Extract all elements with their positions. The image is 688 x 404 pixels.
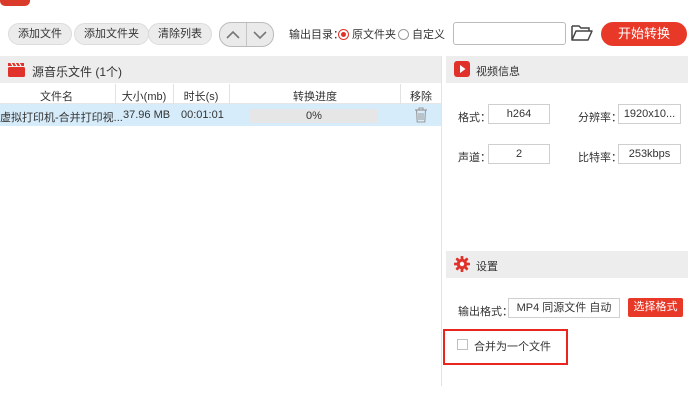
settings-header: 设置 <box>446 251 688 278</box>
radio-custom-folder[interactable]: 自定义 <box>398 26 445 42</box>
toolbar: 添加文件 添加文件夹 清除列表 输出目录： 原文件夹 自定义 开始转换 <box>0 14 688 50</box>
output-format-field[interactable]: MP4 同源文件 自动 <box>508 298 620 318</box>
output-dir-label: 输出目录： <box>289 29 344 41</box>
video-info-title: 视频信息 <box>476 66 520 78</box>
channels-field: 2 <box>488 144 550 164</box>
gear-icon <box>454 256 470 272</box>
col-duration: 时长(s) <box>183 91 219 103</box>
move-up-button[interactable] <box>220 23 246 46</box>
resolution-field: 1920x10... <box>618 104 681 124</box>
file-table-header: 文件名 大小(mb) 时长(s) 转换进度 移除 <box>0 84 441 104</box>
app-window: 添加文件 添加文件夹 清除列表 输出目录： 原文件夹 自定义 开始转换 源音乐文… <box>0 0 688 404</box>
panel-divider <box>441 56 442 386</box>
video-info-header: 视频信息 <box>446 56 688 83</box>
output-path-input[interactable] <box>453 22 566 45</box>
choose-format-button[interactable]: 选择格式 <box>628 298 683 317</box>
column-divider <box>115 84 116 104</box>
clear-list-button[interactable]: 清除列表 <box>148 23 212 45</box>
bitrate-label: 比特率： <box>578 152 622 164</box>
file-list-header: 源音乐文件 (1个) <box>0 56 441 83</box>
format-field: h264 <box>488 104 550 124</box>
clapperboard-icon <box>8 62 25 77</box>
column-divider <box>173 84 174 104</box>
col-filename: 文件名 <box>40 91 73 103</box>
col-size: 大小(mb) <box>121 91 167 103</box>
add-file-button[interactable]: 添加文件 <box>8 23 72 45</box>
output-format-label: 输出格式： <box>458 306 513 318</box>
play-icon <box>454 61 470 77</box>
chevron-up-icon <box>226 30 240 39</box>
file-size-cell: 37.96 MB <box>123 109 171 121</box>
col-remove: 移除 <box>410 91 432 103</box>
radio-original-label: 原文件夹 <box>352 29 396 41</box>
radio-dot <box>398 28 409 40</box>
resolution-label: 分辨率： <box>578 112 622 124</box>
format-label: 格式： <box>458 112 491 124</box>
trash-icon[interactable] <box>414 107 428 123</box>
settings-title: 设置 <box>476 261 498 273</box>
radio-dot-checked <box>338 28 349 40</box>
merge-label: 合并为一个文件 <box>474 341 551 353</box>
merge-checkbox[interactable] <box>457 339 468 350</box>
add-folder-button[interactable]: 添加文件夹 <box>74 23 149 45</box>
folder-open-icon <box>571 25 593 41</box>
column-divider <box>229 84 230 104</box>
table-row[interactable]: 虚拟打印机-合并打印视... 37.96 MB 00:01:01 0% <box>0 104 441 126</box>
column-divider <box>400 84 401 104</box>
file-name-cell: 虚拟打印机-合并打印视... <box>0 112 123 124</box>
channels-label: 声道： <box>458 152 491 164</box>
file-duration-cell: 00:01:01 <box>181 109 224 121</box>
progress-bar: 0% <box>250 109 378 123</box>
start-convert-button[interactable]: 开始转换 <box>601 22 687 46</box>
browse-folder-button[interactable] <box>570 23 594 43</box>
col-progress: 转换进度 <box>293 91 337 103</box>
app-logo <box>0 0 30 6</box>
move-buttons <box>219 22 274 47</box>
bitrate-field: 253kbps <box>618 144 681 164</box>
move-down-button[interactable] <box>246 23 273 46</box>
file-list-title: 源音乐文件 (1个) <box>32 65 123 79</box>
radio-original-folder[interactable]: 原文件夹 <box>338 26 396 42</box>
chevron-down-icon <box>253 30 267 39</box>
radio-custom-label: 自定义 <box>412 29 445 41</box>
